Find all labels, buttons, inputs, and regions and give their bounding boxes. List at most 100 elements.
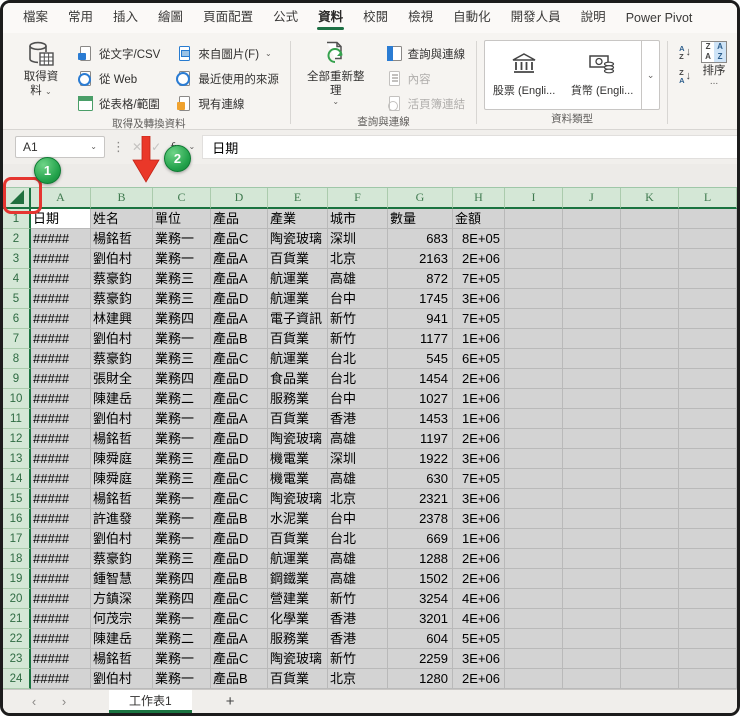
cell-K8[interactable] [621, 349, 679, 369]
cell-D4[interactable]: 產品A [211, 269, 268, 289]
cell-E9[interactable]: 食品業 [268, 369, 328, 389]
cell-H7[interactable]: 1E+06 [453, 329, 505, 349]
cell-L14[interactable] [679, 469, 737, 489]
cell-F19[interactable]: 高雄 [328, 569, 388, 589]
cell-G23[interactable]: 2259 [388, 649, 453, 669]
cell-F11[interactable]: 香港 [328, 409, 388, 429]
cell-L4[interactable] [679, 269, 737, 289]
cell-I16[interactable] [505, 509, 563, 529]
cell-D9[interactable]: 產品D [211, 369, 268, 389]
cell-C2[interactable]: 業務一 [153, 229, 211, 249]
cell-B8[interactable]: 蔡豪鈞 [91, 349, 153, 369]
menu-tab-Power Pivot[interactable]: Power Pivot [616, 7, 703, 31]
cell-J14[interactable] [563, 469, 621, 489]
cell-K17[interactable] [621, 529, 679, 549]
column-header-L[interactable]: L [679, 188, 737, 209]
cell-B1[interactable]: 姓名 [91, 209, 153, 229]
cell-F7[interactable]: 新竹 [328, 329, 388, 349]
cell-I9[interactable] [505, 369, 563, 389]
cell-E7[interactable]: 百貨業 [268, 329, 328, 349]
cell-F14[interactable]: 高雄 [328, 469, 388, 489]
cell-A24[interactable]: ##### [31, 669, 91, 689]
cell-C20[interactable]: 業務四 [153, 589, 211, 609]
cell-G3[interactable]: 2163 [388, 249, 453, 269]
cell-A8[interactable]: ##### [31, 349, 91, 369]
cell-K7[interactable] [621, 329, 679, 349]
cell-B7[interactable]: 劉伯村 [91, 329, 153, 349]
cell-B17[interactable]: 劉伯村 [91, 529, 153, 549]
cell-G11[interactable]: 1453 [388, 409, 453, 429]
cell-A17[interactable]: ##### [31, 529, 91, 549]
cell-A12[interactable]: ##### [31, 429, 91, 449]
cell-G22[interactable]: 604 [388, 629, 453, 649]
cell-L1[interactable] [679, 209, 737, 229]
cell-C5[interactable]: 業務三 [153, 289, 211, 309]
cell-L15[interactable] [679, 489, 737, 509]
cell-H4[interactable]: 7E+05 [453, 269, 505, 289]
cell-I8[interactable] [505, 349, 563, 369]
cell-I18[interactable] [505, 549, 563, 569]
row-header-5[interactable]: 5 [3, 289, 31, 309]
cell-F8[interactable]: 台北 [328, 349, 388, 369]
column-header-D[interactable]: D [211, 188, 268, 209]
cell-B15[interactable]: 楊銘哲 [91, 489, 153, 509]
cell-C6[interactable]: 業務四 [153, 309, 211, 329]
column-header-C[interactable]: C [153, 188, 211, 209]
cell-G5[interactable]: 1745 [388, 289, 453, 309]
cell-J4[interactable] [563, 269, 621, 289]
cell-K6[interactable] [621, 309, 679, 329]
cell-E1[interactable]: 產業 [268, 209, 328, 229]
cell-D7[interactable]: 產品B [211, 329, 268, 349]
cell-A10[interactable]: ##### [31, 389, 91, 409]
cell-C22[interactable]: 業務二 [153, 629, 211, 649]
cell-K24[interactable] [621, 669, 679, 689]
cell-J20[interactable] [563, 589, 621, 609]
row-header-8[interactable]: 8 [3, 349, 31, 369]
cell-G24[interactable]: 1280 [388, 669, 453, 689]
cell-K22[interactable] [621, 629, 679, 649]
cell-C3[interactable]: 業務一 [153, 249, 211, 269]
cell-E14[interactable]: 機電業 [268, 469, 328, 489]
cell-J3[interactable] [563, 249, 621, 269]
cell-C17[interactable]: 業務一 [153, 529, 211, 549]
cell-F22[interactable]: 香港 [328, 629, 388, 649]
menu-tab-頁面配置[interactable]: 頁面配置 [193, 3, 263, 31]
cell-D3[interactable]: 產品A [211, 249, 268, 269]
cell-D15[interactable]: 產品C [211, 489, 268, 509]
cell-F15[interactable]: 北京 [328, 489, 388, 509]
cell-C23[interactable]: 業務一 [153, 649, 211, 669]
cell-J21[interactable] [563, 609, 621, 629]
row-header-10[interactable]: 10 [3, 389, 31, 409]
cell-G10[interactable]: 1027 [388, 389, 453, 409]
cell-D21[interactable]: 產品C [211, 609, 268, 629]
cell-B13[interactable]: 陳舜庭 [91, 449, 153, 469]
menu-tab-資料[interactable]: 資料 [308, 3, 353, 31]
cell-G13[interactable]: 1922 [388, 449, 453, 469]
sheet-nav-right-icon[interactable]: › [49, 694, 79, 709]
cell-K9[interactable] [621, 369, 679, 389]
cell-B12[interactable]: 楊銘哲 [91, 429, 153, 449]
cell-I6[interactable] [505, 309, 563, 329]
cell-C21[interactable]: 業務一 [153, 609, 211, 629]
cell-H9[interactable]: 2E+06 [453, 369, 505, 389]
cell-D24[interactable]: 產品B [211, 669, 268, 689]
cell-A22[interactable]: ##### [31, 629, 91, 649]
cell-F9[interactable]: 台北 [328, 369, 388, 389]
data-type-currency[interactable]: 貨幣 (Engli... [563, 41, 641, 109]
cell-K23[interactable] [621, 649, 679, 669]
cell-D10[interactable]: 產品C [211, 389, 268, 409]
cell-G21[interactable]: 3201 [388, 609, 453, 629]
cell-F6[interactable]: 新竹 [328, 309, 388, 329]
cell-F3[interactable]: 北京 [328, 249, 388, 269]
cell-E10[interactable]: 服務業 [268, 389, 328, 409]
cell-I4[interactable] [505, 269, 563, 289]
cell-C24[interactable]: 業務一 [153, 669, 211, 689]
cell-F21[interactable]: 香港 [328, 609, 388, 629]
cell-I10[interactable] [505, 389, 563, 409]
menu-tab-插入[interactable]: 插入 [103, 3, 148, 31]
cell-F17[interactable]: 台北 [328, 529, 388, 549]
row-header-13[interactable]: 13 [3, 449, 31, 469]
cell-D18[interactable]: 產品D [211, 549, 268, 569]
cell-H17[interactable]: 1E+06 [453, 529, 505, 549]
cell-C12[interactable]: 業務一 [153, 429, 211, 449]
